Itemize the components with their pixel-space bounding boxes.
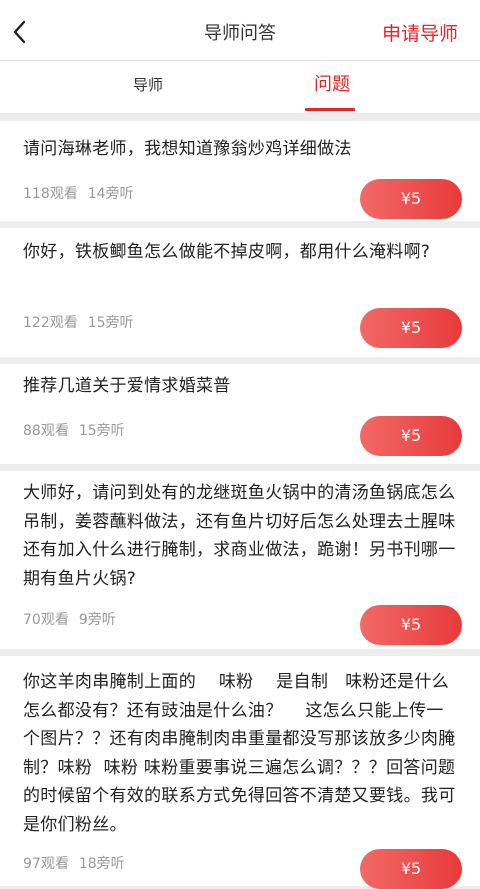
tab-mentors[interactable]: 导师 — [100, 61, 196, 113]
question-card[interactable]: 推荐几道关于爱情求婚菜普 88观看 15旁听 ¥5 — [0, 364, 480, 464]
question-text: 你这羊肉串腌制上面的 味粉 是自制 味粉还是什么怎么都没有？还有豉油是什么油？ … — [23, 672, 456, 835]
price-button[interactable]: ¥5 — [360, 849, 462, 889]
view-count: 97观看 — [23, 856, 69, 872]
question-text: 推荐几道关于爱情求婚菜普 — [23, 376, 231, 396]
question-stats: 88观看 15旁听 — [23, 420, 135, 440]
question-text: 大师好，请问到处有的龙继斑鱼火锅中的清汤鱼锅底怎么吊制，姜蓉蘸料做法，还有鱼片切… — [23, 483, 456, 589]
question-card[interactable]: 大师好，请问到处有的龙继斑鱼火锅中的清汤鱼锅底怎么吊制，姜蓉蘸料做法，还有鱼片切… — [0, 471, 480, 649]
listener-count: 18旁听 — [78, 856, 125, 872]
view-count: 122观看 — [23, 315, 78, 331]
listener-count: 9旁听 — [78, 612, 116, 628]
view-count: 70观看 — [23, 612, 69, 628]
tab-bar: 导师 问题 — [0, 61, 480, 114]
listener-count: 15旁听 — [87, 315, 134, 331]
chevron-left-icon — [13, 20, 26, 44]
question-text: 你好，铁板鲫鱼怎么做能不掉皮啊，都用什么淹料啊? — [23, 242, 431, 262]
listener-count: 14旁听 — [87, 186, 134, 202]
question-stats: 70观看 9旁听 — [23, 609, 126, 629]
price-button[interactable]: ¥5 — [360, 416, 462, 456]
question-card[interactable]: 你好，铁板鲫鱼怎么做能不掉皮啊，都用什么淹料啊? 122观看 15旁听 ¥5 — [0, 228, 480, 357]
back-button[interactable] — [6, 14, 42, 50]
question-stats: 122观看 15旁听 — [23, 312, 144, 332]
listener-count: 15旁听 — [78, 423, 125, 439]
question-stats: 118观看 14旁听 — [23, 183, 144, 203]
price-button[interactable]: ¥5 — [360, 605, 462, 645]
question-card[interactable]: 请问海琳老师，我想知道豫翁炒鸡详细做法 118观看 14旁听 ¥5 — [0, 121, 480, 221]
view-count: 88观看 — [23, 423, 69, 439]
active-tab-indicator — [305, 108, 355, 111]
top-bar: 导师问答 申请导师 — [0, 0, 480, 64]
price-button[interactable]: ¥5 — [360, 308, 462, 348]
view-count: 118观看 — [23, 186, 78, 202]
question-text: 请问海琳老师，我想知道豫翁炒鸡详细做法 — [23, 139, 352, 159]
price-button[interactable]: ¥5 — [360, 179, 462, 219]
question-card[interactable]: 你这羊肉串腌制上面的 味粉 是自制 味粉还是什么怎么都没有？还有豉油是什么油？ … — [0, 656, 480, 889]
question-stats: 97观看 18旁听 — [23, 853, 135, 873]
tab-questions[interactable]: 问题 — [286, 61, 378, 113]
apply-mentor-button[interactable]: 申请导师 — [382, 0, 458, 64]
